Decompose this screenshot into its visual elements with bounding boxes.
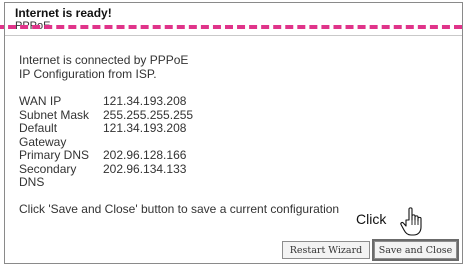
secondary-dns-value: 202.96.134.133 (103, 161, 187, 176)
dialog-title: Internet is ready! (15, 6, 112, 20)
subnet-mask-row: Subnet Mask 255.255.255.255 (19, 107, 452, 123)
pointing-hand-icon (400, 207, 422, 236)
secondary-dns-row: Secondary DNS 202.96.134.133 (19, 161, 452, 190)
intro-text-line-2: IP Configuration from ISP. (19, 67, 157, 81)
subnet-mask-label: Subnet Mask (19, 107, 90, 122)
secondary-dns-label: Secondary DNS (19, 161, 77, 189)
save-instruction-text: Click 'Save and Close' button to save a … (19, 201, 340, 216)
click-annotation-label: Click (356, 211, 387, 227)
primary-dns-value: 202.96.128.166 (103, 148, 187, 162)
dialog-footer: Restart Wizard Save and Close (5, 237, 462, 263)
wan-ip-value: 121.34.193.208 (103, 94, 187, 108)
wan-ip-row: WAN IP 121.34.193.208 (19, 94, 452, 109)
wan-ip-label: WAN IP (19, 94, 62, 108)
primary-dns-row: Primary DNS 202.96.128.166 (19, 148, 452, 163)
default-gateway-label: Default Gateway (19, 121, 67, 149)
save-and-close-button[interactable]: Save and Close (372, 239, 459, 261)
setup-wizard-dialog: Internet is ready! PPPoE Internet is con… (4, 2, 463, 264)
restart-wizard-button[interactable]: Restart Wizard (282, 241, 370, 259)
subnet-mask-value: 255.255.255.255 (103, 107, 194, 122)
intro-text-line-1: Internet is connected by PPPoE (19, 53, 189, 67)
default-gateway-value: 121.34.193.208 (103, 121, 187, 135)
primary-dns-label: Primary DNS (19, 148, 90, 162)
annotation-dashed-line (0, 25, 462, 29)
default-gateway-row: Default Gateway 121.34.193.208 (19, 121, 452, 149)
dialog-header: Internet is ready! PPPoE (5, 3, 462, 36)
dialog-content: Internet is connected by PPPoE IP Config… (19, 53, 452, 216)
